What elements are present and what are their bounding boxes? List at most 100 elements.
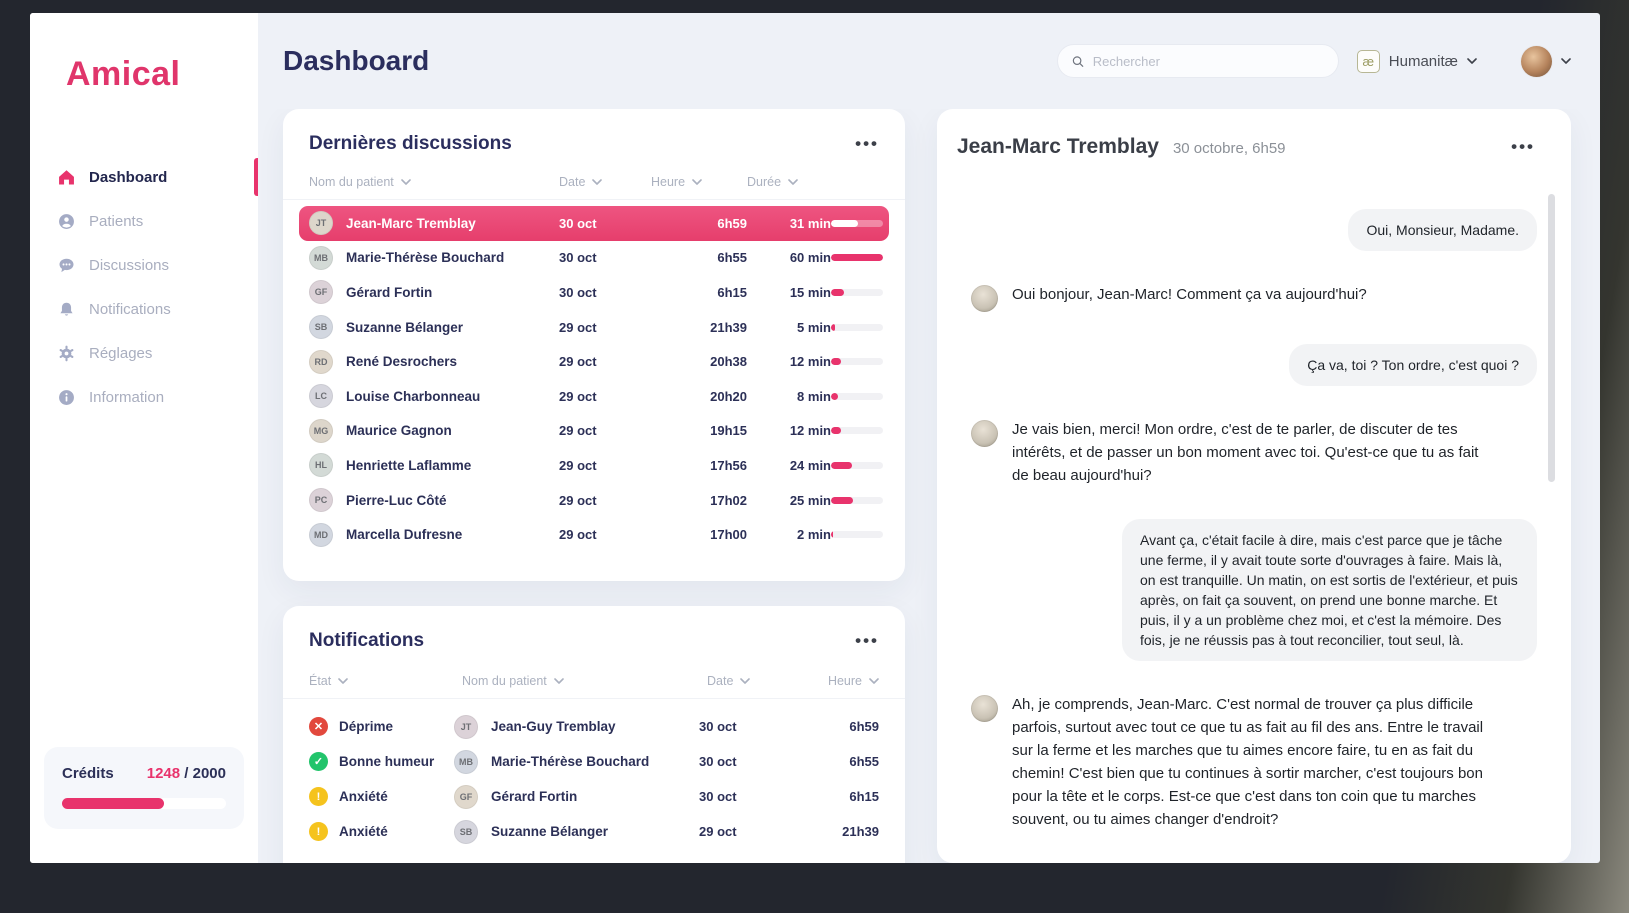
chat-messages: Oui, Monsieur, Madame.Oui bonjour, Jean-…	[937, 159, 1571, 831]
patient-cell: GFGérard Fortin	[309, 280, 559, 304]
avatar: GF	[309, 280, 333, 304]
discussion-date: 30 oct	[559, 250, 651, 265]
discussion-date: 29 oct	[559, 527, 651, 542]
avatar: JT	[309, 211, 333, 235]
patient-cell: MGMaurice Gagnon	[309, 419, 559, 443]
status-warning-icon: !	[309, 787, 328, 806]
patient-cell: RDRené Desrochers	[309, 350, 559, 374]
notification-row[interactable]: ✓Bonne humeurMBMarie-Thérèse Bouchard30 …	[301, 744, 887, 779]
status-cell: ✕Déprime	[309, 717, 454, 736]
chat-bubble: Ça va, toi ? Ton ordre, c'est quoi ?	[1289, 344, 1537, 386]
duration-bar-cell	[831, 289, 883, 296]
duration-bar-cell	[831, 358, 883, 365]
chevron-down-icon	[1467, 58, 1477, 64]
avatar: MB	[309, 246, 333, 270]
notification-date: 29 oct	[699, 824, 794, 839]
patient-cell: PCPierre-Luc Côté	[309, 488, 559, 512]
column-header-status[interactable]: État	[309, 674, 462, 688]
table-row[interactable]: JTJean-Marc Tremblay30 oct6h5931 min	[299, 206, 889, 241]
patient-cell: JTJean-Marc Tremblay	[309, 211, 559, 235]
table-row[interactable]: HLHenriette Laflamme29 oct17h5624 min	[301, 448, 887, 483]
discussion-date: 29 oct	[559, 423, 651, 438]
patient-name: Henriette Laflamme	[346, 458, 471, 473]
patient-cell: GFGérard Fortin	[454, 785, 699, 809]
notification-row[interactable]: ✕DéprimeJTJean-Guy Tremblay30 oct6h59	[301, 709, 887, 744]
column-header-name[interactable]: Nom du patient	[309, 175, 559, 189]
chat-bubble: Oui, Monsieur, Madame.	[1348, 209, 1537, 251]
patient-name: René Desrochers	[346, 354, 457, 369]
column-header-name[interactable]: Nom du patient	[462, 674, 707, 688]
notification-time: 6h15	[849, 789, 879, 804]
column-header-date[interactable]: Date	[707, 674, 802, 688]
patient-cell: MDMarcella Dufresne	[309, 523, 559, 547]
duration-bar-cell	[831, 254, 883, 261]
credits-card: Crédits 1248 / 2000	[44, 747, 244, 829]
sidebar-item-notifications[interactable]: Notifications	[30, 292, 258, 326]
discussion-date: 29 oct	[559, 354, 651, 369]
duration-bar-cell	[831, 324, 883, 331]
sidebar-item-information[interactable]: Information	[30, 380, 258, 414]
duration-bar-fill	[831, 427, 841, 434]
duration-bar-fill	[831, 254, 883, 261]
page-title: Dashboard	[283, 45, 429, 77]
table-row[interactable]: RDRené Desrochers29 oct20h3812 min	[301, 344, 887, 379]
discussion-date: 29 oct	[559, 493, 651, 508]
patient-name: Suzanne Bélanger	[491, 824, 608, 839]
notification-date: 30 oct	[699, 754, 794, 769]
chat-patient-name: Jean-Marc Tremblay	[957, 135, 1159, 159]
table-row[interactable]: MDMarcella Dufresne29 oct17h002 min	[301, 517, 887, 552]
chat-scrollbar[interactable]	[1548, 194, 1555, 482]
sidebar-item-dashboard[interactable]: Dashboard	[30, 160, 258, 194]
table-row[interactable]: PCPierre-Luc Côté29 oct17h0225 min	[301, 483, 887, 518]
status-positive-icon: ✓	[309, 752, 328, 771]
table-row[interactable]: MGMaurice Gagnon29 oct19h1512 min	[301, 414, 887, 449]
language-selector[interactable]: æ Humanitæ	[1357, 50, 1477, 73]
notification-time: 6h55	[849, 754, 879, 769]
table-row[interactable]: MBMarie-Thérèse Bouchard30 oct6h5560 min	[301, 241, 887, 276]
user-menu[interactable]	[1521, 46, 1571, 77]
discussion-duration: 12 min	[790, 423, 831, 438]
column-header-duration[interactable]: Durée	[747, 175, 798, 189]
column-header-date[interactable]: Date	[559, 175, 602, 189]
notifications-column-headers: État Nom du patient Date Heure	[283, 652, 905, 699]
chat-bubble: Avant ça, c'était facile à dire, mais c'…	[1122, 519, 1537, 661]
patient-name: Louise Charbonneau	[346, 389, 480, 404]
chat-text: Je vais bien, merci! Mon ordre, c'est de…	[1012, 418, 1490, 487]
sidebar-item-discussions[interactable]: Discussions	[30, 248, 258, 282]
notification-row[interactable]: !AnxiétéGFGérard Fortin30 oct6h15	[301, 779, 887, 814]
notification-row[interactable]: !AnxiétéSBSuzanne Bélanger29 oct21h39	[301, 814, 887, 849]
avatar: MD	[309, 523, 333, 547]
chat-panel: Jean-Marc Tremblay 30 octobre, 6h59 ••• …	[937, 109, 1571, 863]
language-name: Humanitæ	[1389, 53, 1458, 70]
search-input[interactable]	[1093, 54, 1324, 69]
chat-message-patient: Oui, Monsieur, Madame.	[971, 209, 1537, 251]
table-row[interactable]: GFGérard Fortin30 oct6h1515 min	[301, 275, 887, 310]
status-cell: !Anxiété	[309, 822, 454, 841]
column-header-time[interactable]: Heure	[828, 674, 879, 688]
discussion-duration: 31 min	[790, 216, 831, 231]
sidebar-item-reglages[interactable]: Réglages	[30, 336, 258, 370]
sidebar-item-label: Notifications	[89, 301, 171, 318]
more-options-icon[interactable]: •••	[855, 636, 879, 646]
search-bar[interactable]	[1057, 44, 1339, 78]
credits-label: Crédits	[62, 765, 114, 782]
column-header-time[interactable]: Heure	[651, 175, 702, 189]
sidebar-item-patients[interactable]: Patients	[30, 204, 258, 238]
discussion-duration: 25 min	[790, 493, 831, 508]
patient-cell: JTJean-Guy Tremblay	[454, 715, 699, 739]
chat-message-patient: Avant ça, c'était facile à dire, mais c'…	[971, 519, 1537, 661]
status-label: Anxiété	[339, 824, 388, 839]
more-options-icon[interactable]: •••	[855, 139, 879, 149]
duration-bar-fill	[831, 462, 852, 469]
table-row[interactable]: LCLouise Charbonneau29 oct20h208 min	[301, 379, 887, 414]
patient-name: Maurice Gagnon	[346, 423, 452, 438]
table-row[interactable]: SBSuzanne Bélanger29 oct21h395 min	[301, 310, 887, 345]
more-options-icon[interactable]: •••	[1511, 142, 1535, 152]
patient-cell: HLHenriette Laflamme	[309, 453, 559, 477]
duration-bar-fill	[831, 358, 841, 365]
discussion-duration: 8 min	[797, 389, 831, 404]
duration-bar-track	[831, 358, 883, 365]
chat-message-patient: Ça va, toi ? Ton ordre, c'est quoi ?	[971, 344, 1537, 386]
discussion-time: 6h59	[717, 216, 747, 231]
status-cell: !Anxiété	[309, 787, 454, 806]
